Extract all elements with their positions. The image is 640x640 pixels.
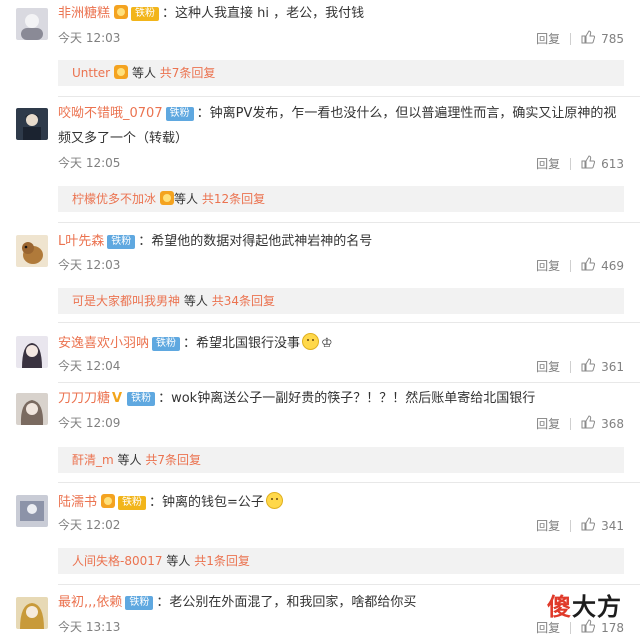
thumbs-up-icon[interactable] [581, 415, 596, 433]
like-count: 341 [601, 519, 624, 533]
doge-emoji-icon [265, 492, 283, 509]
fan-badge: 铁粉 [107, 235, 136, 249]
like-count: 613 [601, 157, 624, 171]
thumbs-up-icon[interactable] [581, 257, 596, 275]
username[interactable]: 咬呦不错哦_0707 [58, 106, 163, 121]
fan-badge: 铁粉 [118, 496, 147, 510]
like-count: 361 [601, 360, 624, 374]
thumbs-up-icon[interactable] [581, 517, 596, 535]
comment-time: 今天 12:03 [58, 258, 121, 272]
reply-summary[interactable]: 人间失格-80017 等人 共1条回复 [58, 548, 624, 574]
comment-time: 今天 12:05 [58, 156, 121, 170]
reply-button[interactable]: 回复 [536, 31, 560, 47]
reply-user[interactable]: 酐清_m [72, 453, 114, 467]
divider [58, 96, 640, 97]
view-replies-link[interactable]: 共34条回复 [212, 294, 275, 308]
fan-badge: 铁粉 [165, 107, 194, 121]
divider [58, 584, 640, 585]
username[interactable]: L叶先森 [58, 234, 104, 249]
username[interactable]: 刀刀刀糖 [58, 391, 110, 406]
reply-summary[interactable]: 酐清_m 等人 共7条回复 [58, 447, 624, 473]
comment-time: 今天 13:13 [58, 620, 121, 634]
watermark-logo: 傻大方 [547, 593, 622, 621]
username[interactable]: 非洲糖糕 [58, 6, 110, 21]
reply-user[interactable]: Untter [72, 66, 110, 80]
avatar[interactable] [16, 393, 48, 425]
comment-time: 今天 12:03 [58, 31, 121, 45]
doge-emoji-icon [302, 333, 320, 350]
username[interactable]: 安逸喜欢小羽呐 [58, 336, 149, 351]
reply-summary[interactable]: Untter 等人 共7条回复 [58, 60, 624, 86]
reply-button[interactable]: 回复 [536, 416, 560, 432]
like-count: 178 [601, 621, 624, 635]
thumbs-up-icon[interactable] [581, 358, 596, 376]
reply-user[interactable]: 人间失格-80017 [72, 554, 163, 568]
member-icon [160, 191, 175, 205]
member-icon [101, 494, 116, 508]
reply-button[interactable]: 回复 [536, 156, 560, 172]
reply-summary[interactable]: 可是大家都叫我男神 等人 共34条回复 [58, 288, 624, 314]
comment-feed: 非洲糖糕 铁粉 ：这种人我直接 hi ，老公，我付钱 今天 12:03 回复 785 … [0, 0, 640, 640]
comment-text: wok钟离送公子一副好贵的筷子？！？！然后账单寄给北国银行 [171, 391, 536, 406]
view-replies-link[interactable]: 共1条回复 [194, 554, 250, 568]
comment-text: 钟离的钱包=公子 [162, 495, 264, 510]
avatar[interactable] [16, 108, 48, 140]
reply-summary[interactable]: 柠檬优多不加冰 等人 共12条回复 [58, 186, 624, 212]
like-count: 469 [601, 259, 624, 273]
avatar[interactable] [16, 8, 48, 40]
avatar[interactable] [16, 597, 48, 629]
fan-badge: 铁粉 [152, 337, 181, 351]
verified-icon: V [112, 391, 123, 406]
reply-button[interactable]: 回复 [536, 518, 560, 534]
reply-button[interactable]: 回复 [536, 359, 560, 375]
divider [58, 222, 640, 223]
comment-time: 今天 12:02 [58, 518, 121, 532]
view-replies-link[interactable]: 共12条回复 [202, 192, 265, 206]
reply-user[interactable]: 柠檬优多不加冰 [72, 192, 156, 206]
hands-emoji-icon: ♔ [321, 336, 333, 351]
reply-user[interactable]: 可是大家都叫我男神 [72, 294, 180, 308]
like-count: 368 [601, 417, 624, 431]
comment-text: 钟离PV发布，乍一看也没什么，但以普遍理性而言，确实又让原神的视 [209, 106, 617, 121]
divider [58, 382, 640, 383]
divider [58, 322, 640, 323]
fan-badge: 铁粉 [127, 392, 156, 406]
avatar[interactable] [16, 495, 48, 527]
comment-time: 今天 12:04 [58, 359, 121, 373]
divider [58, 482, 640, 483]
fan-badge: 铁粉 [125, 596, 154, 610]
comment-text: 这种人我直接 hi ，老公，我付钱 [175, 6, 365, 21]
comment-text: 希望北国银行没事 [196, 336, 301, 351]
member-icon [114, 65, 129, 79]
thumbs-up-icon[interactable] [581, 30, 596, 48]
reply-button[interactable]: 回复 [536, 620, 560, 636]
comment-text: 老公别在外面混了，和我回家，啥都给你买 [169, 595, 417, 610]
fan-badge: 铁粉 [131, 7, 160, 21]
view-replies-link[interactable]: 共7条回复 [145, 453, 201, 467]
like-count: 785 [601, 32, 624, 46]
avatar[interactable] [16, 235, 48, 267]
comment-text-continued: 频又多了一个（转载） [58, 131, 189, 146]
comment-text: 希望他的数据对得起他武神岩神的名号 [151, 234, 373, 249]
username[interactable]: 陆濡书 [58, 495, 97, 510]
avatar[interactable] [16, 336, 48, 368]
member-icon [114, 5, 129, 19]
thumbs-up-icon[interactable] [581, 155, 596, 173]
comment-time: 今天 12:09 [58, 416, 121, 430]
view-replies-link[interactable]: 共7条回复 [160, 66, 216, 80]
reply-button[interactable]: 回复 [536, 258, 560, 274]
username[interactable]: 最初,,,依赖 [58, 595, 122, 610]
